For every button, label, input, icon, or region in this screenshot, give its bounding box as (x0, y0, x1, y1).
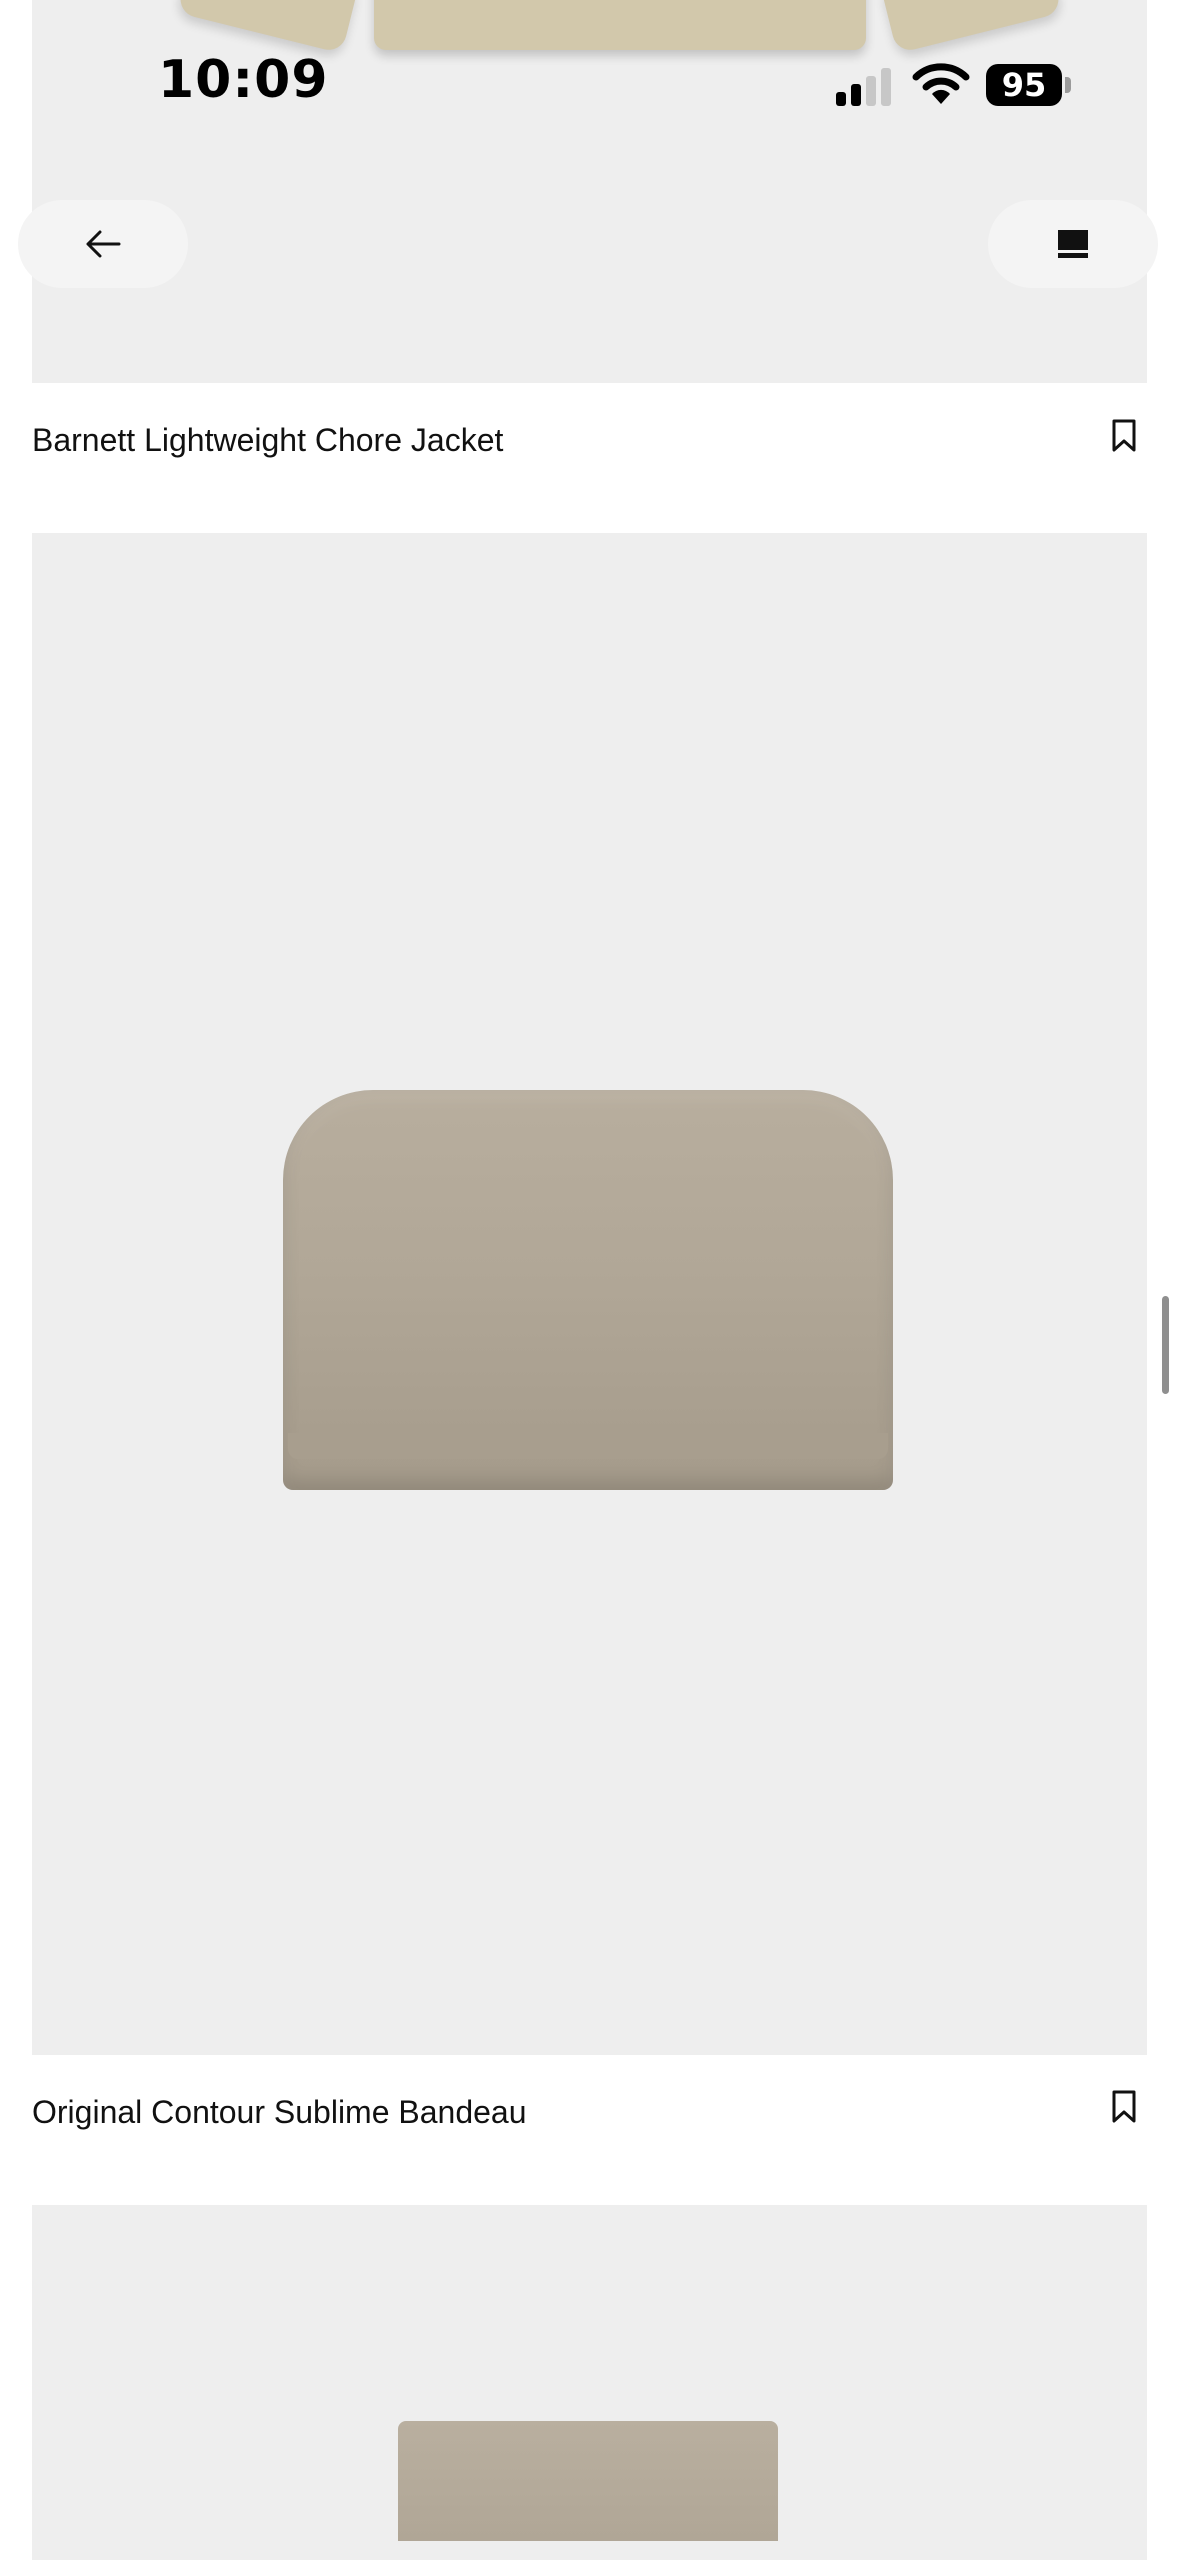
scroll-indicator[interactable] (1162, 1296, 1169, 1394)
status-time: 10:09 (158, 50, 329, 110)
bookmark-icon[interactable] (1111, 2090, 1137, 2124)
back-button[interactable] (18, 200, 188, 288)
arrow-left-icon (86, 230, 121, 258)
jacket-sleeve (176, 0, 358, 54)
square-view-icon (1058, 230, 1088, 258)
product-title[interactable]: Barnett Lightweight Chore Jacket (32, 422, 503, 459)
bandeau-garment (283, 1090, 893, 1490)
cellular-signal-icon (836, 68, 891, 106)
product-title[interactable]: Original Contour Sublime Bandeau (32, 2094, 527, 2131)
jacket-sleeve (881, 0, 1063, 54)
product-image-shorts[interactable] (32, 2205, 1147, 2560)
shorts-garment (398, 2421, 778, 2541)
battery-level: 95 (986, 64, 1062, 106)
wifi-icon (912, 63, 970, 104)
bandeau-hem (288, 1433, 888, 1459)
battery-cap (1065, 77, 1071, 93)
battery-indicator: 95 (986, 64, 1076, 106)
jacket-body (374, 0, 866, 50)
view-toggle-button[interactable] (988, 200, 1158, 288)
bookmark-icon[interactable] (1111, 419, 1137, 453)
product-image-bandeau[interactable] (32, 533, 1147, 2055)
